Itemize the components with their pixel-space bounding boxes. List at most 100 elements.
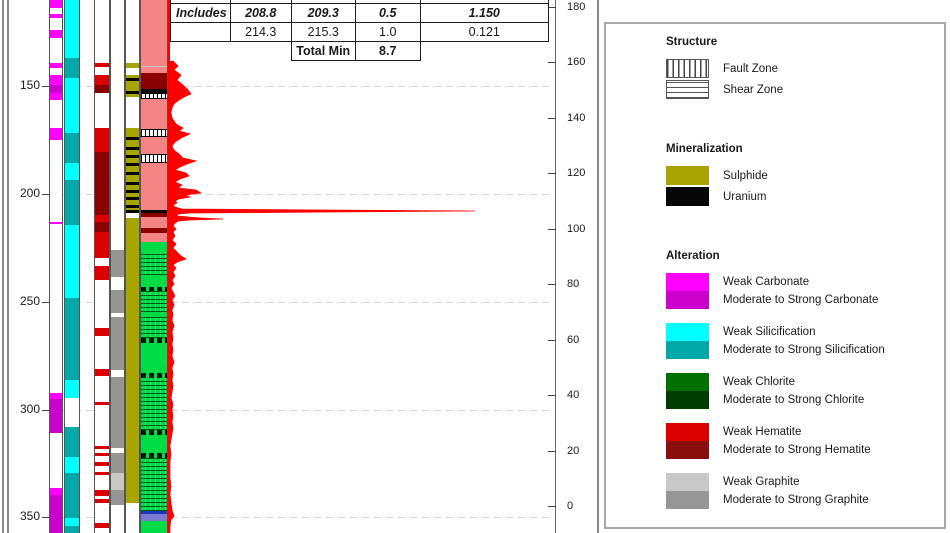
track-segment — [141, 435, 167, 453]
track-segment — [111, 490, 124, 505]
track-segment — [126, 172, 139, 175]
legend-section-title: Mineralization — [666, 143, 944, 155]
track-segment — [95, 402, 109, 405]
right-axis-label: 20 — [567, 445, 579, 457]
track-segment — [95, 462, 109, 466]
legend-swatch — [666, 187, 709, 206]
track-segment — [126, 163, 139, 166]
table-cell: 215.3 — [291, 23, 355, 42]
track-segment — [111, 473, 124, 490]
swatch-weak-half — [666, 373, 709, 391]
swatch-strong-half — [666, 391, 709, 409]
table-cell — [171, 23, 231, 42]
swatch-weak-half — [666, 273, 709, 291]
legend-item: Weak SilicificationModerate to Strong Si… — [666, 323, 944, 359]
right-axis-label: 160 — [567, 56, 585, 68]
depth-axis-tick — [42, 194, 49, 195]
track-segment — [50, 93, 62, 100]
legend-swatch — [666, 273, 709, 309]
track-segment — [50, 495, 62, 533]
track-segment — [111, 453, 124, 473]
swatch-weak-half — [666, 323, 709, 341]
legend-swatch — [666, 373, 709, 409]
track-segment — [126, 147, 139, 150]
legend-item-label: Uranium — [723, 191, 766, 203]
track-segment — [95, 215, 109, 222]
track-segment — [126, 91, 139, 94]
track-segment — [111, 290, 124, 313]
legend-swatch — [666, 80, 709, 99]
table-cell: 1.150 — [420, 4, 548, 23]
right-axis-label: 0 — [567, 500, 573, 512]
track-segment — [65, 180, 79, 225]
right-axis-label: 120 — [567, 167, 585, 179]
depth-axis-label: 150 — [6, 78, 40, 92]
table-cell: 208.8 — [230, 4, 291, 23]
right-axis-label: 60 — [567, 334, 579, 346]
table-row: Includes208.8209.30.51.150 — [171, 4, 549, 23]
table-row: Total Min8.7 — [171, 42, 549, 61]
right-axis-label: 100 — [567, 223, 585, 235]
swatch-strong-half — [666, 441, 709, 459]
legend-item-label: Sulphide — [723, 170, 768, 182]
depth-axis-label: 350 — [6, 509, 40, 523]
track-segment — [95, 472, 109, 475]
track-segment — [65, 163, 79, 180]
right-axis-tick — [548, 395, 556, 396]
track-segment — [111, 250, 124, 277]
track-segment — [95, 75, 109, 85]
hematite-track — [94, 0, 110, 533]
track-segment — [65, 58, 79, 78]
legend-item-label: Fault Zone — [723, 63, 778, 75]
table-cell: 0.121 — [420, 23, 548, 42]
track-segment — [65, 518, 79, 526]
table-cell: Includes — [171, 4, 231, 23]
legend-swatch — [666, 166, 709, 185]
track-segment — [65, 526, 79, 533]
right-axis-label: 180 — [567, 1, 585, 13]
track-segment — [65, 457, 79, 473]
right-axis-tick — [548, 229, 556, 230]
right-axis-tick — [548, 118, 556, 119]
track-segment — [141, 0, 167, 73]
table-cell: Total Min — [291, 42, 355, 61]
legend-item: Weak HematiteModerate to Strong Hematite — [666, 423, 944, 459]
track-segment — [65, 133, 79, 163]
swatch-weak-half — [666, 473, 709, 491]
legend-label-strong: Moderate to Strong Graphite — [723, 491, 869, 509]
track-segment — [65, 473, 79, 518]
track-segment — [126, 63, 139, 68]
legend-swatch — [666, 473, 709, 509]
track-segment — [50, 75, 62, 85]
track-segment — [95, 152, 109, 215]
track-segment — [111, 317, 124, 370]
track-segment — [95, 328, 109, 336]
graphite-track — [110, 0, 125, 533]
table-cell — [420, 42, 548, 61]
legend-item-labels: Weak GraphiteModerate to Strong Graphite — [723, 473, 869, 509]
table-cell: 8.7 — [355, 42, 420, 61]
track-segment — [141, 137, 167, 154]
depth-axis-tick — [42, 302, 49, 303]
track-segment — [141, 154, 167, 163]
legend-section: Mineralization Sulphide Uranium — [666, 143, 944, 206]
track-segment — [95, 499, 109, 503]
track-segment — [126, 197, 139, 200]
track-segment — [126, 182, 139, 185]
legend-label-weak: Weak Carbonate — [723, 273, 878, 291]
depth-axis-tick — [42, 517, 49, 518]
legend-item: Weak CarbonateModerate to Strong Carbona… — [666, 273, 944, 309]
track-segment — [65, 427, 79, 457]
legend-label-strong: Moderate to Strong Chlorite — [723, 391, 864, 409]
track-segment — [65, 380, 79, 398]
track-segment — [95, 453, 109, 456]
track-segment — [95, 85, 109, 93]
track-segment — [50, 488, 62, 495]
right-axis-label: 80 — [567, 278, 579, 290]
legend-section: AlterationWeak CarbonateModerate to Stro… — [666, 250, 944, 509]
right-axis-tick — [548, 173, 556, 174]
track-segment — [141, 217, 167, 228]
track-segment — [141, 163, 167, 210]
legend-item: Uranium — [666, 187, 944, 206]
track-segment — [50, 128, 62, 140]
